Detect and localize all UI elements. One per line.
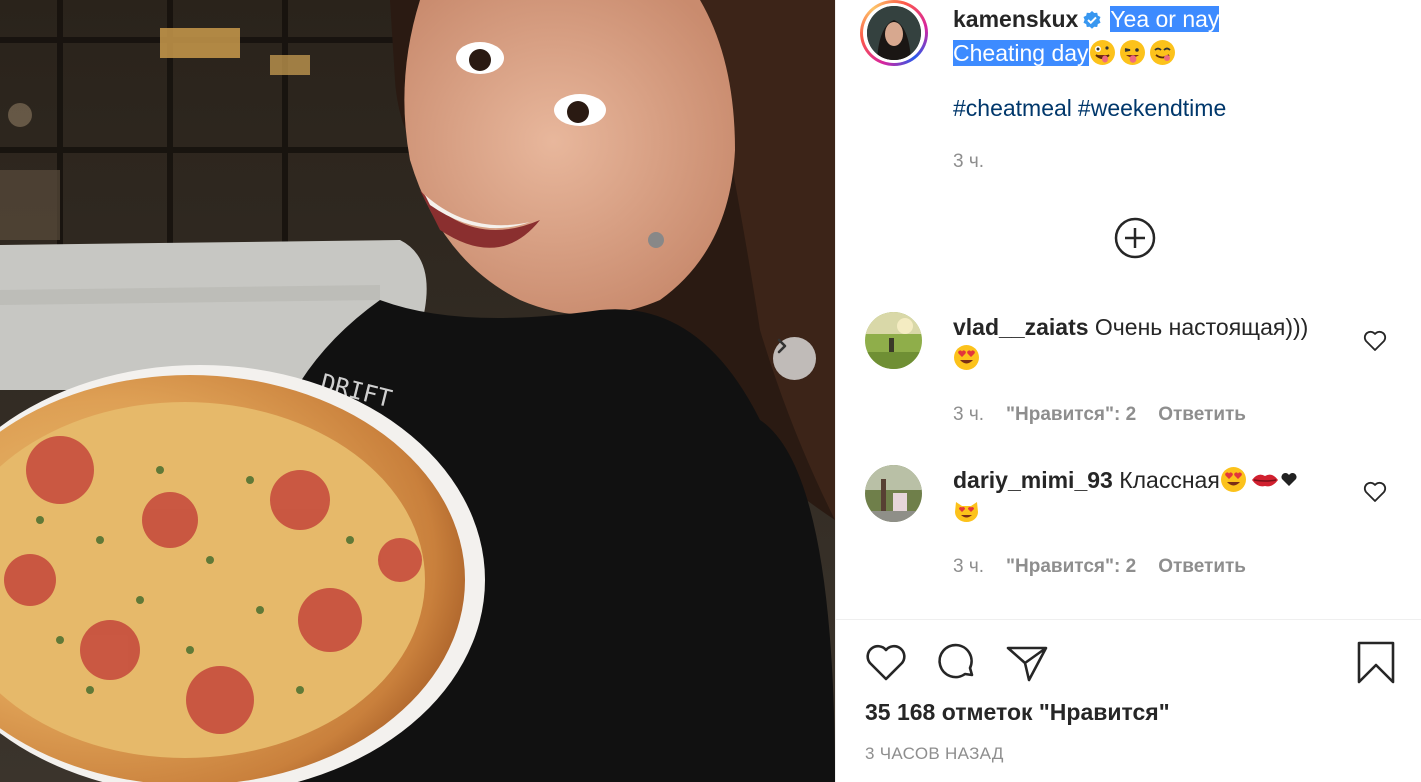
commenter-avatar-image — [865, 312, 922, 369]
save-button[interactable] — [1353, 640, 1399, 686]
selfie-with-pizza-image: DRIFT — [0, 0, 835, 782]
share-button[interactable] — [1004, 640, 1050, 686]
comment-like-button[interactable] — [1362, 328, 1388, 354]
caption-line-2: Cheating day — [953, 40, 1089, 66]
lips-emoji-icon — [1250, 466, 1278, 493]
paper-plane-icon — [1006, 646, 1048, 682]
comment-likes-count[interactable]: "Нравится": 2 — [1006, 404, 1136, 425]
bookmark-icon — [1357, 641, 1395, 684]
commenter-avatar-image — [865, 465, 922, 522]
reply-button[interactable]: Ответить — [1158, 556, 1246, 577]
likes-count[interactable]: 35 168 отметок "Нравится" — [865, 699, 1170, 726]
comment-likes-count[interactable]: "Нравится": 2 — [1006, 556, 1136, 577]
comment-like-button[interactable] — [1362, 479, 1388, 505]
author-avatar-image — [867, 6, 921, 60]
comment-text: Очень настоящая))) — [1094, 314, 1309, 340]
comment-body: dariy_mimi_93 Классная — [953, 465, 1333, 527]
zany-face-emoji-icon — [1089, 39, 1116, 66]
heart-outline-icon — [1363, 330, 1387, 351]
commenter-username[interactable]: vlad__zaiats — [953, 314, 1089, 340]
heart-eyes-cat-emoji-icon — [953, 497, 980, 524]
caption-line-1: Yea or nay — [1110, 6, 1220, 32]
next-slide-button[interactable] — [773, 337, 816, 380]
reply-button[interactable]: Ответить — [1158, 404, 1246, 425]
comment-body: vlad__zaiats Очень настоящая))) — [953, 312, 1333, 374]
tongue-face-emoji-icon — [1119, 39, 1146, 66]
heart-eyes-emoji-icon — [953, 344, 980, 371]
actions-divider — [836, 619, 1421, 620]
heart-outline-icon — [1363, 481, 1387, 502]
plus-circle-icon — [1114, 217, 1156, 259]
comment-time[interactable]: 3 ч. — [953, 404, 984, 425]
comment-time[interactable]: 3 ч. — [953, 556, 984, 577]
comment-text: Классная — [1119, 467, 1220, 493]
commenter-avatar[interactable] — [865, 465, 922, 522]
black-heart-emoji-icon — [1280, 466, 1298, 493]
speech-bubble-icon — [938, 643, 974, 679]
verified-badge-icon — [1082, 7, 1102, 38]
heart-eyes-emoji-icon — [1220, 466, 1247, 493]
comment-meta: 3 ч. "Нравится": 2 Ответить — [953, 556, 1268, 578]
post-hashtags: #cheatmeal #weekendtime — [953, 95, 1232, 122]
post-photo[interactable]: DRIFT — [0, 0, 835, 782]
comment-button[interactable] — [934, 640, 980, 686]
chevron-right-icon — [777, 338, 787, 354]
post-details-panel: kamenskux Yea or nay Cheating day #cheat… — [835, 0, 1421, 782]
caption-timestamp[interactable]: 3 ч. — [953, 151, 984, 173]
yum-face-emoji-icon — [1149, 39, 1176, 66]
post-time-ago[interactable]: 3 ЧАСОВ НАЗАД — [865, 744, 1004, 764]
hashtag-link[interactable]: #weekendtime — [1078, 95, 1226, 121]
heart-outline-icon — [866, 644, 906, 681]
author-username[interactable]: kamenskux — [953, 6, 1078, 32]
like-button[interactable] — [863, 640, 909, 686]
post-caption: kamenskux Yea or nay Cheating day — [953, 4, 1393, 69]
post-action-bar — [836, 640, 1421, 686]
hashtag-link[interactable]: #cheatmeal — [953, 95, 1072, 121]
author-avatar[interactable] — [860, 0, 928, 66]
commenter-username[interactable]: dariy_mimi_93 — [953, 467, 1113, 493]
commenter-avatar[interactable] — [865, 312, 922, 369]
comment-meta: 3 ч. "Нравится": 2 Ответить — [953, 404, 1268, 426]
load-more-comments-button[interactable] — [1113, 216, 1157, 260]
